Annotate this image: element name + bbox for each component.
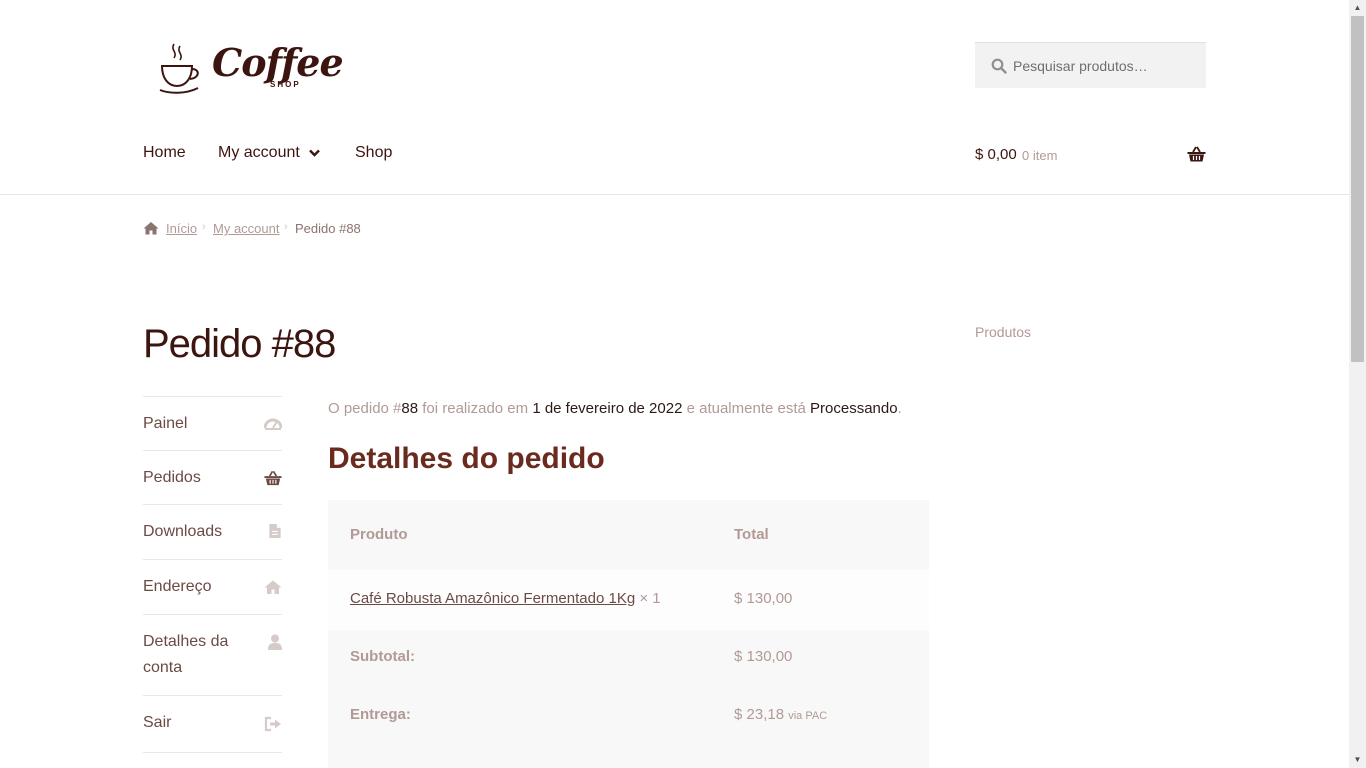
- subtotal-row: Subtotal: $ 130,00: [328, 630, 929, 688]
- account-nav-label: Painel: [143, 415, 188, 432]
- scrollbar-thumb[interactable]: [1351, 16, 1364, 362]
- search-input[interactable]: [1011, 43, 1205, 89]
- scroll-down-arrow-icon[interactable]: ▼: [1349, 752, 1366, 768]
- column-header-product: Produto: [350, 526, 408, 543]
- shipping-amount: $ 23,18: [734, 706, 785, 723]
- order-item: Café Robusta Amazônico Fermentado 1Kg × …: [350, 589, 661, 609]
- header-divider: [0, 194, 1349, 195]
- shipping-method: via PAC: [788, 710, 828, 722]
- page-title: Pedido #88: [143, 322, 336, 366]
- breadcrumb-current: Pedido #88: [295, 221, 361, 236]
- basket-icon: [264, 470, 282, 486]
- breadcrumb-home-link[interactable]: Início: [166, 221, 197, 236]
- header-cart[interactable]: $ 0,00 0 item: [975, 144, 1206, 166]
- account-nav-label: Pedidos: [143, 469, 201, 486]
- home-icon: [143, 222, 159, 235]
- vertical-scrollbar[interactable]: ▲ ▼: [1349, 0, 1366, 768]
- account-nav-label: Sair: [143, 714, 172, 731]
- account-nav-label: Downloads: [143, 523, 223, 540]
- account-nav-item-detalhes-conta[interactable]: Detalhes da conta: [143, 614, 282, 696]
- subtotal-value: $ 130,00: [734, 648, 793, 665]
- order-date: 1 de fevereiro de 2022: [532, 400, 683, 417]
- table-header-row: Produto Total: [328, 500, 929, 570]
- sign-out-icon: [264, 716, 281, 732]
- notice-text: foi realizado em: [418, 400, 533, 417]
- account-nav-item-painel[interactable]: Painel: [143, 396, 282, 451]
- coffee-cup-icon: [159, 43, 199, 94]
- basket-icon[interactable]: [1187, 146, 1206, 162]
- breadcrumb-account-link[interactable]: My account: [213, 221, 279, 236]
- account-nav-item-endereco[interactable]: Endereço: [143, 559, 282, 615]
- shipping-row: Entrega: $ 23,18 via PAC: [328, 688, 929, 768]
- order-status-notice: O pedido #88 foi realizado em 1 de fever…: [328, 398, 902, 420]
- notice-text: .: [897, 400, 902, 417]
- widget-title-produtos: Produtos: [975, 324, 1032, 340]
- breadcrumb-separator: ›: [202, 221, 206, 233]
- table-row: Café Robusta Amazônico Fermentado 1Kg × …: [328, 570, 929, 630]
- column-header-total: Total: [734, 526, 769, 543]
- user-icon: [268, 634, 282, 650]
- site-logo[interactable]: Coffee SHOP: [158, 40, 344, 96]
- shipping-value: $ 23,18 via PAC: [734, 705, 827, 726]
- item-total: $ 130,00: [734, 590, 793, 607]
- account-nav-item-pedidos[interactable]: Pedidos: [143, 450, 282, 505]
- nav-home[interactable]: Home: [143, 144, 186, 162]
- nav-shop[interactable]: Shop: [355, 144, 392, 162]
- subtotal-label: Subtotal:: [350, 648, 415, 665]
- account-nav-item-downloads[interactable]: Downloads: [143, 504, 282, 560]
- search-icon: [991, 58, 1007, 74]
- page: Coffee SHOP Home My account Shop $ 0,00 …: [0, 0, 1349, 768]
- logo-subtext: SHOP: [270, 80, 301, 89]
- search-box: [975, 42, 1206, 89]
- account-nav-label: Endereço: [143, 578, 212, 595]
- product-link[interactable]: Café Robusta Amazônico Fermentado 1Kg: [350, 590, 635, 607]
- logo-wordmark: Coffee: [212, 40, 344, 85]
- account-nav-item-sair[interactable]: Sair: [143, 695, 282, 753]
- shipping-label: Entrega:: [350, 706, 411, 723]
- product-quantity: × 1: [639, 590, 661, 607]
- home-icon: [264, 580, 282, 594]
- nav-my-account[interactable]: My account: [218, 144, 300, 162]
- dashboard-icon: [264, 418, 282, 430]
- account-nav-label: Detalhes da conta: [143, 633, 229, 676]
- cart-amount: $ 0,00: [975, 146, 1017, 163]
- order-status: Processando: [810, 400, 898, 417]
- scroll-up-arrow-icon[interactable]: ▲: [1349, 0, 1366, 16]
- breadcrumb-separator: ›: [284, 221, 288, 233]
- chevron-down-icon[interactable]: [309, 149, 320, 157]
- notice-text: O pedido #: [328, 400, 402, 417]
- order-number: 88: [401, 400, 419, 417]
- notice-text: e atualmente está: [682, 400, 811, 417]
- cart-count: 0 item: [1022, 148, 1058, 163]
- order-details-title: Detalhes do pedido: [328, 442, 605, 475]
- file-icon: [269, 523, 281, 539]
